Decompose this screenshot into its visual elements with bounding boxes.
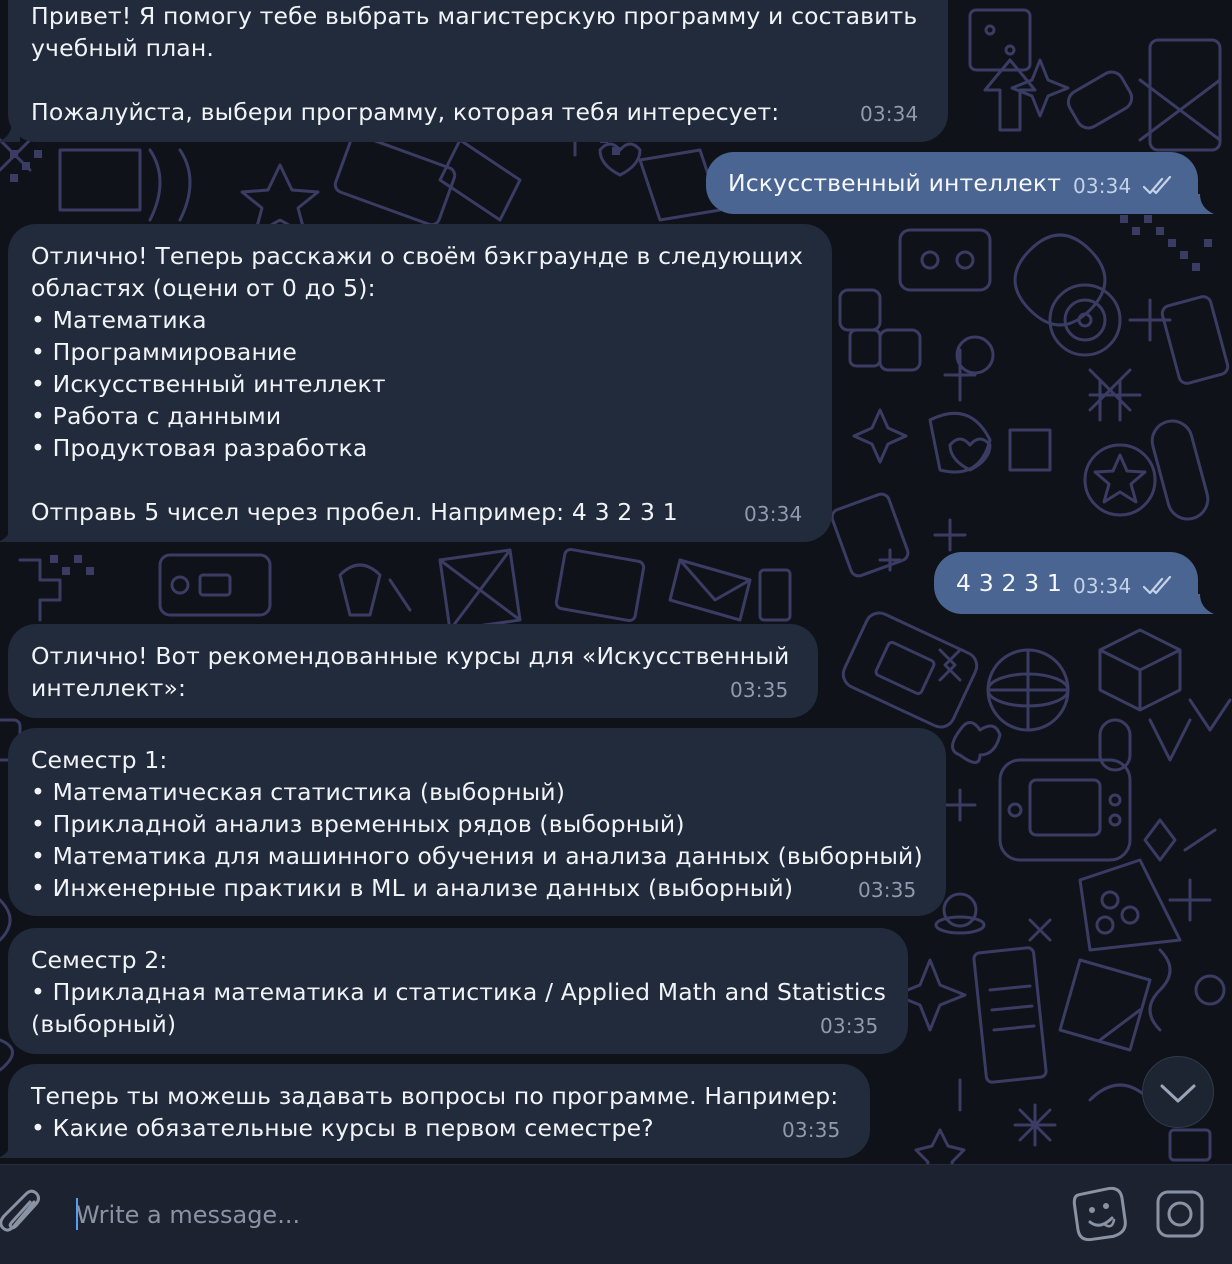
- bubble-tail: [0, 1138, 20, 1158]
- message-text: Семестр 2: • Прикладная математика и ста…: [31, 946, 886, 1038]
- message-time: 03:34: [1073, 174, 1132, 198]
- text-caret: [76, 1198, 78, 1230]
- sticker-icon[interactable]: [1072, 1186, 1128, 1242]
- message-bubble-incoming[interactable]: Привет! Я помогу тебе выбрать магистерск…: [8, 0, 948, 142]
- bubble-tail: [0, 122, 20, 142]
- message-bubble-incoming[interactable]: Семестр 1: • Математическая статистика (…: [8, 728, 946, 916]
- message-text: Искусственный интеллект: [728, 169, 1062, 197]
- message-time: 03:35: [858, 878, 917, 902]
- message-time: 03:35: [782, 1118, 841, 1142]
- message-input[interactable]: [76, 1192, 1036, 1238]
- camera-icon[interactable]: [1154, 1188, 1206, 1240]
- bubble-tail: [1192, 194, 1214, 214]
- message-time: 03:35: [730, 678, 789, 702]
- message-bubble-incoming[interactable]: Отлично! Теперь расскажи о своём бэкграу…: [8, 224, 832, 542]
- message-bubble-incoming[interactable]: Семестр 2: • Прикладная математика и ста…: [8, 928, 908, 1054]
- message-time: 03:34: [744, 502, 803, 526]
- double-check-icon: [1142, 576, 1172, 595]
- message-text: Привет! Я помогу тебе выбрать магистерск…: [31, 2, 918, 126]
- message-bubble-outgoing[interactable]: Искусственный интеллект 03:34: [706, 152, 1198, 214]
- scroll-to-bottom-button[interactable]: [1142, 1056, 1214, 1128]
- bubble-tail: [0, 522, 20, 542]
- message-bubble-outgoing[interactable]: 4 3 2 3 1 03:34: [934, 552, 1198, 614]
- double-check-icon: [1142, 176, 1172, 195]
- message-text: 4 3 2 3 1: [956, 569, 1062, 597]
- chat-area[interactable]: Привет! Я помогу тебе выбрать магистерск…: [0, 0, 1232, 1164]
- message-bubble-incoming[interactable]: Теперь ты можешь задавать вопросы по про…: [8, 1064, 870, 1158]
- message-time: 03:35: [820, 1014, 879, 1038]
- chevron-down-icon: [1160, 1084, 1196, 1103]
- message-text: Отлично! Теперь расскажи о своём бэкграу…: [31, 242, 804, 526]
- message-text: Отлично! Вот рекомендованные курсы для «…: [31, 642, 790, 702]
- message-text: Семестр 1: • Математическая статистика (…: [31, 746, 923, 902]
- paperclip-icon[interactable]: [0, 1188, 42, 1240]
- bubble-tail: [1192, 594, 1214, 614]
- message-time: 03:34: [860, 102, 919, 126]
- message-bubble-incoming[interactable]: Отлично! Вот рекомендованные курсы для «…: [8, 624, 818, 718]
- message-text: Теперь ты можешь задавать вопросы по про…: [31, 1082, 839, 1142]
- message-time: 03:34: [1073, 574, 1132, 598]
